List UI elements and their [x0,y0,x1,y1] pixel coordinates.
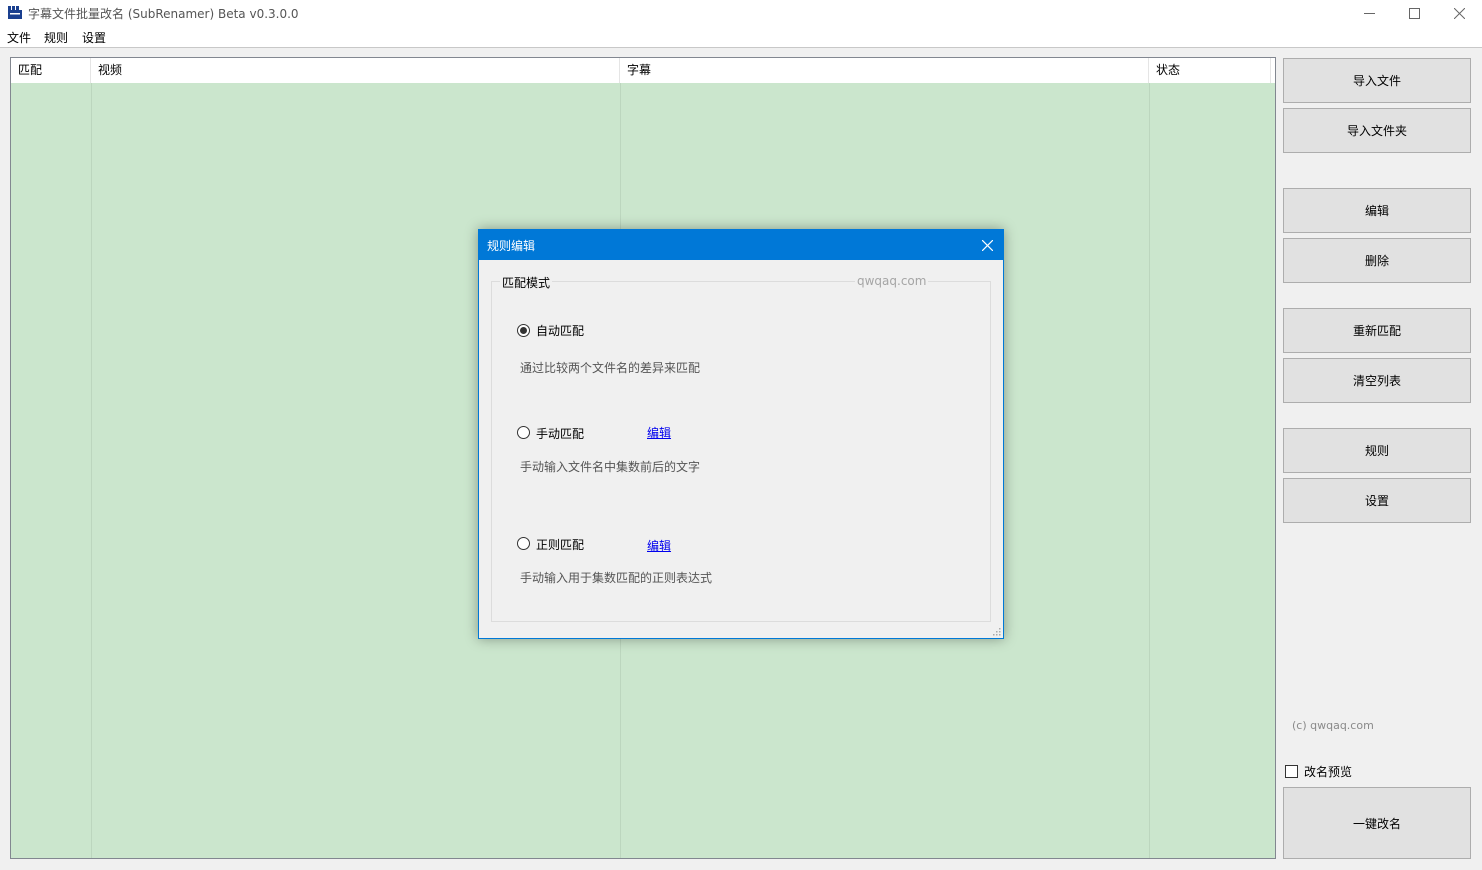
rematch-button[interactable]: 重新匹配 [1283,308,1471,353]
manual-match-edit-link[interactable]: 编辑 [647,424,671,441]
rename-preview-toggle[interactable]: 改名预览 [1285,764,1352,779]
column-video[interactable]: 视频 [91,58,620,83]
regex-match-description: 手动输入用于集数匹配的正则表达式 [520,571,713,585]
menu-rules[interactable]: 规则 [44,29,68,46]
list-header: 匹配 视频 字幕 状态 [11,58,1275,83]
regex-match-radio[interactable] [517,537,530,550]
column-status[interactable]: 状态 [1149,58,1271,83]
import-folder-button[interactable]: 导入文件夹 [1283,108,1471,153]
menu-settings[interactable]: 设置 [82,29,106,46]
close-button[interactable] [1436,0,1482,26]
rules-button[interactable]: 规则 [1283,428,1471,473]
menu-bar: 文件 规则 设置 [0,26,1482,48]
regex-match-label[interactable]: 正则匹配 [536,536,584,553]
match-mode-group: 匹配模式 qwqaq.com 自动匹配 通过比较两个文件名的差异来匹配 手动匹配… [491,274,991,622]
copyright-text: (c) qwqaq.com [1292,719,1374,732]
manual-match-radio[interactable] [517,426,530,439]
dialog-title-bar: 规则编辑 [479,230,1003,260]
clapperboard-icon [8,6,22,19]
minimize-button[interactable] [1346,0,1392,26]
regex-match-edit-link[interactable]: 编辑 [647,537,671,554]
rename-preview-label[interactable]: 改名预览 [1304,763,1352,780]
close-icon [981,239,993,251]
minimize-icon [1363,12,1375,14]
title-bar: 字幕文件批量改名 (SubRenamer) Beta v0.3.0.0 [0,0,1482,26]
column-divider [91,83,92,858]
match-mode-label: 匹配模式 [500,274,553,291]
auto-match-radio[interactable] [517,324,530,337]
column-divider [1149,83,1150,858]
edit-button[interactable]: 编辑 [1283,188,1471,233]
dialog-close-button[interactable] [971,230,1003,260]
column-subtitle[interactable]: 字幕 [620,58,1149,83]
dialog-title: 规则编辑 [487,239,536,253]
maximize-icon [1408,7,1420,19]
rule-edit-dialog: 规则编辑 匹配模式 qwqaq.com 自动匹配 通过比较两个文件名的差异来匹配… [478,229,1004,639]
manual-match-description: 手动输入文件名中集数前后的文字 [520,460,701,474]
watermark-text: qwqaq.com [855,274,929,288]
auto-match-label[interactable]: 自动匹配 [536,322,584,339]
settings-button[interactable]: 设置 [1283,478,1471,523]
delete-button[interactable]: 删除 [1283,238,1471,283]
import-file-button[interactable]: 导入文件 [1283,58,1471,103]
rename-all-button[interactable]: 一键改名 [1283,787,1471,859]
resize-grip-icon[interactable] [993,628,1001,636]
clear-list-button[interactable]: 清空列表 [1283,358,1471,403]
maximize-button[interactable] [1391,0,1437,26]
rename-preview-checkbox[interactable] [1285,765,1298,778]
column-match[interactable]: 匹配 [11,58,91,83]
close-icon [1453,7,1465,19]
manual-match-label[interactable]: 手动匹配 [536,425,584,442]
auto-match-description: 通过比较两个文件名的差异来匹配 [520,361,701,375]
window-title: 字幕文件批量改名 (SubRenamer) Beta v0.3.0.0 [28,7,299,21]
menu-file[interactable]: 文件 [7,29,31,46]
